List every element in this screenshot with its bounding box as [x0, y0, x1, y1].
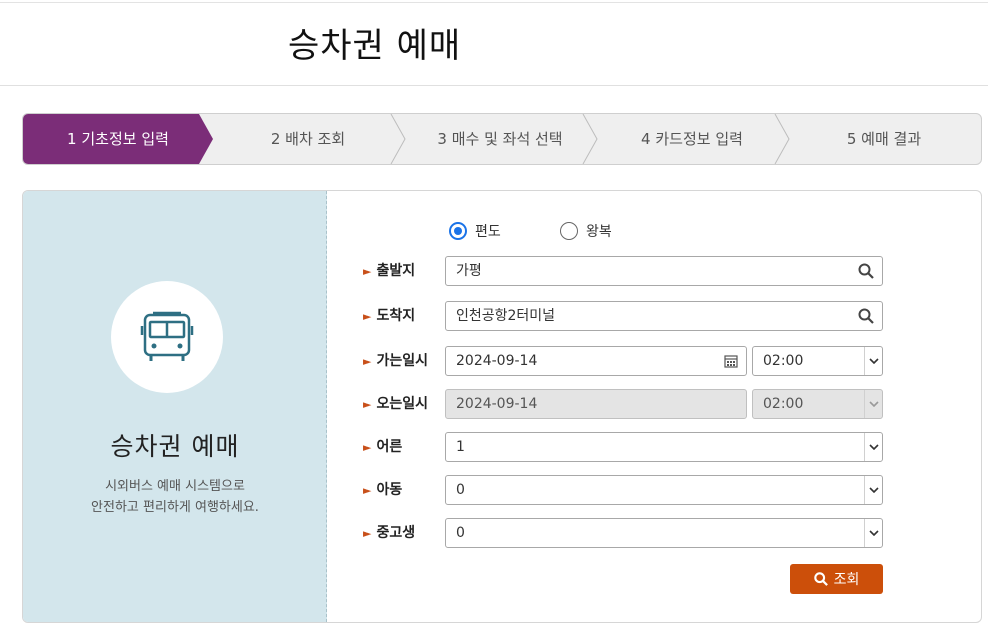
- arrival-label-text: 도착지: [376, 308, 416, 324]
- return-date-label: ► 오는일시: [363, 389, 428, 419]
- child-count-select[interactable]: 0: [445, 475, 883, 505]
- step-4: 4 카드정보 입력: [641, 130, 743, 148]
- bus-icon-badge: [111, 281, 223, 393]
- step-5: 5 예매 결과: [846, 130, 922, 148]
- top-divider: [0, 2, 988, 3]
- one-way-option[interactable]: 편도: [449, 221, 501, 241]
- chevron-down-icon[interactable]: [864, 476, 882, 504]
- child-row: ► 아동 0: [23, 475, 981, 505]
- bullet-arrow-icon: ►: [363, 484, 372, 497]
- arrival-row: ► 도착지 인천공항2터미널: [23, 301, 981, 331]
- search-icon: [813, 572, 828, 586]
- bullet-arrow-icon: ►: [363, 310, 372, 323]
- trip-type-group: 편도 왕복: [23, 221, 981, 245]
- student-label: ► 중고생: [363, 518, 415, 548]
- arrival-label: ► 도착지: [363, 301, 415, 331]
- adult-count-value: 1: [456, 439, 465, 455]
- student-row: ► 중고생 0: [23, 518, 981, 548]
- child-label-text: 아동: [376, 482, 403, 498]
- go-date-label-text: 가는일시: [376, 353, 428, 369]
- adult-row: ► 어른 1: [23, 432, 981, 462]
- arrival-value: 인천공항2터미널: [456, 308, 556, 324]
- departure-label: ► 출발지: [363, 256, 415, 286]
- bullet-arrow-icon: ►: [363, 441, 372, 454]
- go-date-value: 2024-09-14: [456, 353, 538, 369]
- return-time-select: 02:00: [752, 389, 883, 419]
- arrival-input[interactable]: 인천공항2터미널: [445, 301, 883, 331]
- chevron-down-icon[interactable]: [864, 519, 882, 547]
- child-label: ► 아동: [363, 475, 402, 505]
- go-date-input[interactable]: 2024-09-14: [445, 346, 747, 376]
- return-date-value: 2024-09-14: [456, 396, 538, 412]
- go-time-select[interactable]: 02:00: [752, 346, 883, 376]
- child-count-value: 0: [456, 482, 465, 498]
- student-label-text: 중고생: [376, 525, 416, 541]
- bullet-arrow-icon: ►: [363, 265, 372, 278]
- return-date-label-text: 오는일시: [376, 396, 428, 412]
- step-2: 2 배차 조회: [270, 130, 346, 148]
- adult-label: ► 어른: [363, 432, 402, 462]
- step-3: 3 매수 및 좌석 선택: [437, 130, 563, 148]
- one-way-radio[interactable]: [449, 222, 467, 240]
- return-date-row: ► 오는일시 2024-09-14 02:00: [23, 389, 981, 419]
- adult-label-text: 어른: [376, 439, 403, 455]
- page-title: 승차권 예매: [288, 26, 462, 66]
- return-date-input: 2024-09-14: [445, 389, 747, 419]
- search-icon[interactable]: [858, 263, 874, 279]
- go-date-row: ► 가는일시 2024-09-14 02:00: [23, 346, 981, 376]
- departure-input[interactable]: 가평: [445, 256, 883, 286]
- adult-count-select[interactable]: 1: [445, 432, 883, 462]
- step-1: 1 기초정보 입력: [67, 130, 169, 148]
- title-divider: [0, 85, 988, 86]
- go-date-label: ► 가는일시: [363, 346, 428, 376]
- bullet-arrow-icon: ►: [363, 398, 372, 411]
- chevron-down-icon[interactable]: [864, 433, 882, 461]
- student-count-select[interactable]: 0: [445, 518, 883, 548]
- search-button-label: 조회: [833, 572, 860, 588]
- progress-stepper: 1 기초정보 입력 2 배차 조회 3 매수 및 좌석 선택 4 카드정보 입력…: [22, 113, 982, 165]
- calendar-icon[interactable]: [724, 354, 738, 368]
- departure-label-text: 출발지: [376, 263, 416, 279]
- bullet-arrow-icon: ►: [363, 527, 372, 540]
- student-count-value: 0: [456, 525, 465, 541]
- chevron-down-icon[interactable]: [864, 347, 882, 375]
- go-time-value: 02:00: [763, 353, 804, 369]
- departure-value: 가평: [456, 263, 482, 279]
- round-trip-radio[interactable]: [560, 222, 578, 240]
- round-trip-label: 왕복: [586, 224, 612, 240]
- chevron-down-icon: [864, 390, 882, 418]
- booking-panel: 승차권 예매 시외버스 예매 시스템으로 안전하고 편리하게 여행하세요. 편도…: [22, 190, 982, 623]
- round-trip-option[interactable]: 왕복: [560, 221, 612, 241]
- one-way-label: 편도: [475, 224, 501, 240]
- bullet-arrow-icon: ►: [363, 355, 372, 368]
- return-time-value: 02:00: [763, 396, 804, 412]
- search-button[interactable]: 조회: [790, 564, 883, 594]
- departure-row: ► 출발지 가평: [23, 256, 981, 286]
- search-icon[interactable]: [858, 308, 874, 324]
